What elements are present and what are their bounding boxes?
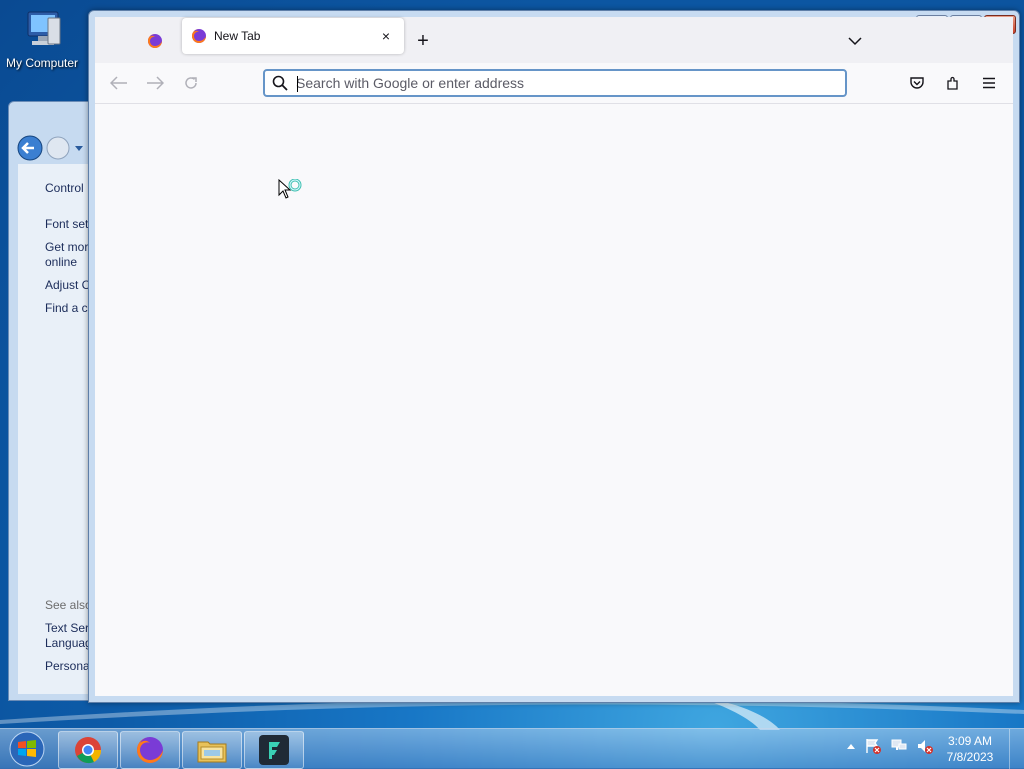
busy-cursor-icon	[278, 179, 302, 199]
search-icon	[272, 75, 288, 91]
menu-icon	[983, 77, 995, 89]
cp-link-adjust[interactable]: Adjust C	[45, 278, 90, 293]
desktop-icon-my-computer[interactable]: My Computer	[2, 8, 82, 70]
forward-button[interactable]	[46, 136, 70, 160]
pocket-icon	[910, 77, 924, 89]
tab-pinned[interactable]	[135, 23, 175, 59]
extensions-button[interactable]	[941, 71, 965, 95]
clock-date: 7/8/2023	[946, 750, 994, 764]
cp-link-find[interactable]: Find a c	[45, 301, 88, 316]
back-button[interactable]	[17, 135, 43, 161]
firefox-icon	[192, 29, 206, 43]
tab-new-tab[interactable]: New Tab ×	[182, 18, 404, 54]
pocket-button[interactable]	[905, 71, 929, 95]
tab-bar: New Tab × +	[95, 17, 1013, 63]
reload-icon	[185, 77, 197, 89]
list-all-tabs-button[interactable]	[843, 29, 867, 53]
taskbar-firefox-button[interactable]	[120, 731, 180, 769]
show-desktop-button[interactable]	[1009, 729, 1024, 769]
firefox-icon	[148, 34, 162, 48]
taskbar-chrome-button[interactable]	[58, 731, 118, 769]
start-button[interactable]	[4, 730, 50, 768]
computer-icon	[27, 11, 61, 45]
tab-close-button[interactable]: ×	[374, 24, 398, 48]
filmora-icon	[259, 735, 289, 765]
firefox-window[interactable]: New Tab × +	[88, 10, 1020, 703]
see-also-heading: See also	[45, 598, 92, 612]
chrome-icon	[75, 737, 102, 764]
control-panel-nav	[17, 134, 89, 165]
history-dropdown-icon[interactable]	[75, 146, 83, 151]
taskbar-filmora-button[interactable]	[244, 731, 304, 769]
back-button[interactable]	[107, 71, 131, 95]
file-explorer-icon	[197, 741, 227, 763]
navigation-toolbar	[95, 63, 1013, 104]
cp-link-font-settings[interactable]: Font set	[45, 217, 88, 232]
system-tray	[846, 737, 934, 755]
taskbar-clock[interactable]: 3:09 AM 7/8/2023	[940, 733, 1000, 765]
taskbar-explorer-button[interactable]	[182, 731, 242, 769]
extensions-icon	[947, 76, 958, 90]
app-menu-button[interactable]	[977, 71, 1001, 95]
taskbar: 3:09 AM 7/8/2023	[0, 728, 1024, 769]
browser-body: New Tab × +	[95, 17, 1013, 696]
forward-icon	[147, 76, 164, 90]
text-caret	[297, 76, 298, 92]
reload-button[interactable]	[179, 71, 203, 95]
clock-time: 3:09 AM	[947, 734, 993, 748]
chevron-down-icon	[848, 37, 862, 46]
volume-muted-icon[interactable]	[916, 737, 934, 755]
forward-button[interactable]	[143, 71, 167, 95]
tab-title: New Tab	[214, 29, 261, 43]
action-center-flag-icon[interactable]	[864, 737, 882, 755]
network-icon[interactable]	[890, 737, 908, 755]
new-tab-button[interactable]: +	[411, 29, 435, 53]
windows-logo-icon	[9, 731, 45, 767]
address-input[interactable]	[296, 75, 816, 91]
cp-link-personalization[interactable]: Persona	[45, 659, 90, 674]
page-content-area[interactable]	[95, 104, 1013, 696]
desktop-icon-label: My Computer	[5, 56, 79, 70]
url-bar[interactable]	[263, 69, 847, 97]
show-hidden-icons-icon[interactable]	[846, 742, 856, 750]
firefox-icon	[137, 737, 163, 763]
back-icon	[110, 76, 127, 90]
cp-link-control[interactable]: Control	[45, 181, 84, 196]
